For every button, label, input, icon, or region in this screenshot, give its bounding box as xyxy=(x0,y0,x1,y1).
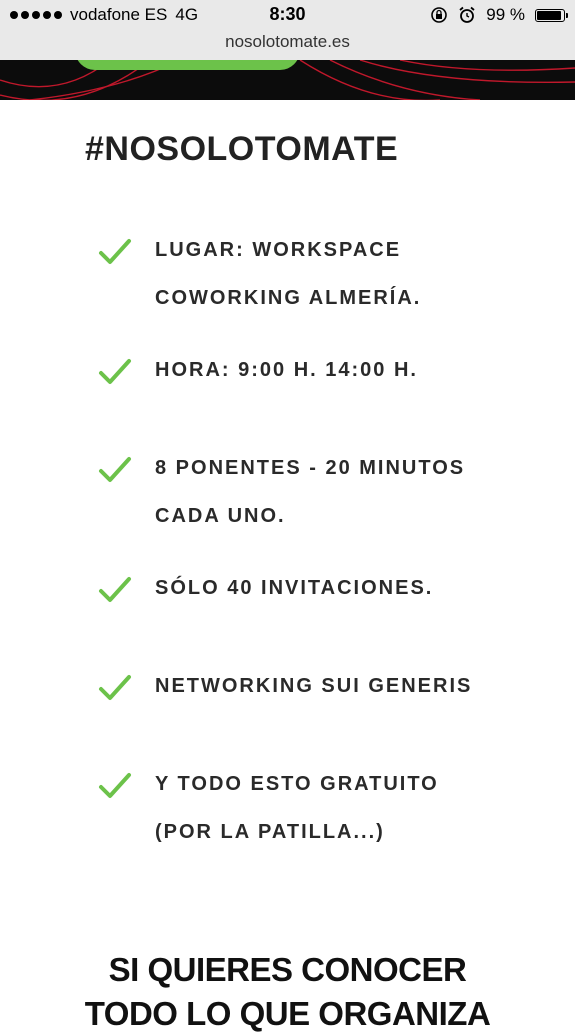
checkmark-icon xyxy=(99,239,131,264)
list-item-line: (POR LA PATILLA...) xyxy=(155,821,385,843)
list-item-text: Y TODO ESTO GRATUITO (POR LA PATILLA...) xyxy=(155,760,535,856)
list-item-line: COWORKING ALMERÍA. xyxy=(155,287,422,309)
status-bar: vodafone ES 4G 8:30 99 % xyxy=(0,0,575,30)
checkmark-icon xyxy=(99,457,131,482)
list-item-text: 8 PONENTES - 20 MINUTOS CADA UNO. xyxy=(155,444,535,540)
list-item-text: SÓLO 40 INVITACIONES. xyxy=(155,564,535,612)
cta-line: TODO LO QUE ORGANIZA xyxy=(84,995,491,1032)
battery-fill xyxy=(537,10,561,20)
checkmark-icon xyxy=(99,675,131,700)
status-right: 99 % xyxy=(430,5,568,25)
battery-icon xyxy=(535,8,568,22)
list-item-line: CADA UNO. xyxy=(155,505,286,527)
address-bar[interactable]: nosolotomate.es xyxy=(0,30,575,60)
page-title: #NOSOLOTOMATE xyxy=(85,130,399,168)
cta-heading: SI QUIERES CONOCER TODO LO QUE ORGANIZA xyxy=(0,948,575,1036)
list-item-line: HORA: 9:00 H. 14:00 H. xyxy=(155,359,418,381)
hero-cta-button[interactable] xyxy=(75,60,300,70)
url-text: nosolotomate.es xyxy=(225,32,350,51)
cta-line: SI QUIERES CONOCER xyxy=(108,951,467,988)
list-item-text: HORA: 9:00 H. 14:00 H. xyxy=(155,346,535,394)
checkmark-icon xyxy=(99,359,131,384)
alarm-icon xyxy=(459,6,475,23)
list-item-line: SÓLO 40 INVITACIONES. xyxy=(155,577,434,599)
checkmark-icon xyxy=(99,577,131,602)
list-item-line: 8 PONENTES - 20 MINUTOS xyxy=(155,457,466,479)
rotation-lock-icon xyxy=(431,7,448,23)
list-item-line: Y TODO ESTO GRATUITO xyxy=(155,773,439,795)
list-item-text: NETWORKING SUI GENERIS xyxy=(155,662,535,710)
list-item-line: NETWORKING SUI GENERIS xyxy=(155,675,473,697)
list-item-text: LUGAR: WORKSPACE COWORKING ALMERÍA. xyxy=(155,226,535,322)
list-item-line: LUGAR: WORKSPACE xyxy=(155,239,402,261)
hero-banner xyxy=(0,60,575,100)
checkmark-icon xyxy=(99,773,131,798)
battery-percentage: 99 % xyxy=(486,5,525,24)
